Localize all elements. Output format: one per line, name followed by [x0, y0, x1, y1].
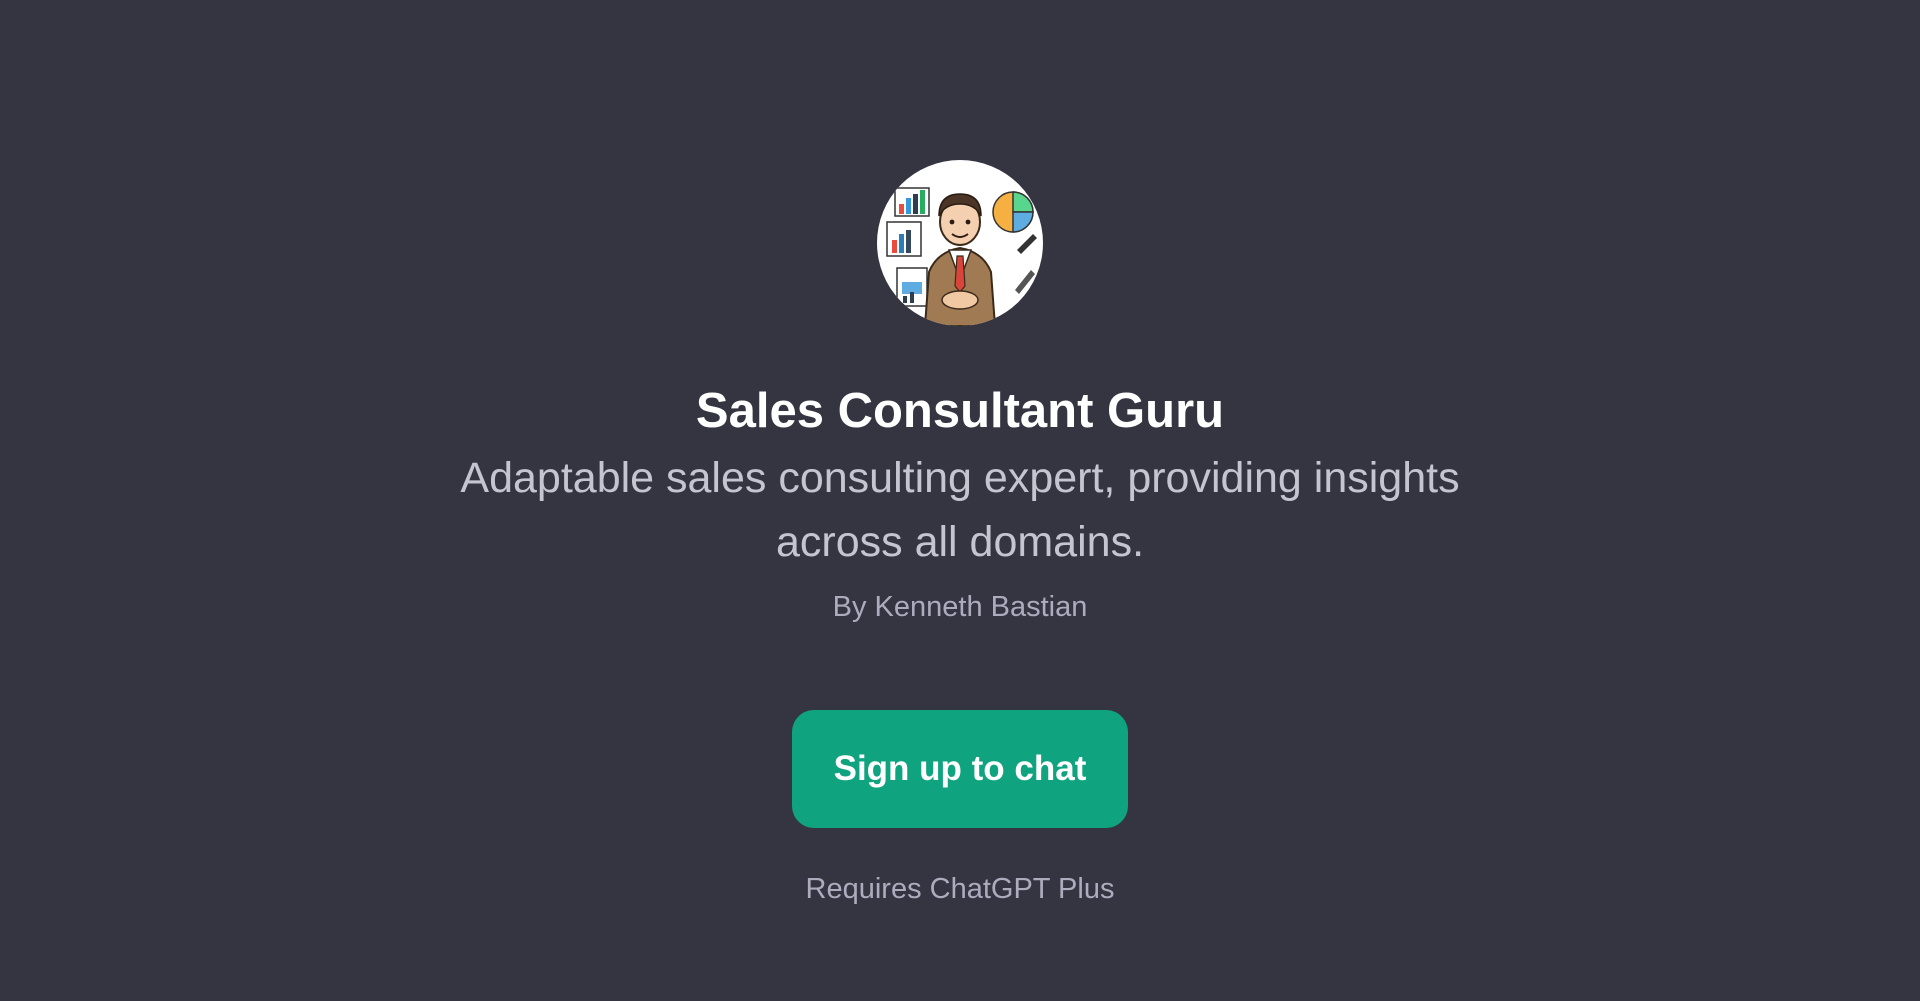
- gpt-description: Adaptable sales consulting expert, provi…: [460, 454, 1460, 566]
- sign-up-to-chat-button[interactable]: Sign up to chat: [792, 710, 1128, 828]
- gpt-title: Sales Consultant Guru: [695, 384, 1225, 438]
- plus-requirement-note: Requires ChatGPT Plus: [805, 873, 1115, 905]
- sales-consultant-avatar-icon: [886, 187, 1037, 326]
- gpt-avatar: [877, 160, 1043, 326]
- gpt-author: By Kenneth Bastian: [832, 591, 1088, 623]
- gpt-landing-page: Sales Consultant Guru Adaptable sales co…: [0, 0, 1920, 1001]
